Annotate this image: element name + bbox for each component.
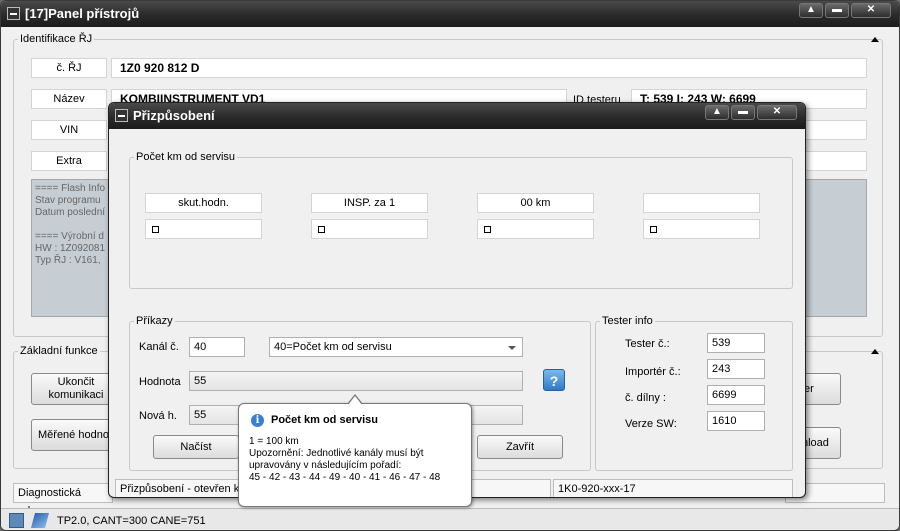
sw-version-value: 1610 xyxy=(707,411,765,431)
checkbox-icon[interactable] xyxy=(318,226,325,233)
dialog-title: Přizpůsobení xyxy=(133,108,215,123)
help-icon[interactable]: ? xyxy=(543,369,565,391)
km-check-cell-1 xyxy=(145,219,262,239)
tooltip-line: 45 - 42 - 43 - 44 - 49 - 40 - 41 - 46 - … xyxy=(249,472,441,483)
connection-icon xyxy=(30,513,50,528)
km-cell-4 xyxy=(643,193,760,213)
tester-info-label: Tester info xyxy=(600,314,655,328)
extra-label: Extra xyxy=(31,151,107,171)
main-titlebar[interactable]: [17]Panel přístrojů ▲ ▬ ✕ xyxy=(1,1,899,27)
km-cell-3: 00 km xyxy=(477,193,594,213)
window-menu-icon[interactable] xyxy=(7,7,20,20)
ecu-number-value: 1Z0 920 812 D xyxy=(111,58,867,78)
workshop-number-label: č. dílny : xyxy=(625,392,666,404)
main-status-left: Diagnostická relace xyxy=(13,483,113,517)
channel-tooltip: i Počet km od servisu 1 = 100 km Upozorn… xyxy=(238,394,472,507)
km-cell-1: skut.hodn. xyxy=(145,193,262,213)
name-label: Název xyxy=(31,89,107,109)
main-title: [17]Panel přístrojů xyxy=(25,6,140,21)
collapse-ident-icon[interactable] xyxy=(871,37,879,42)
km-check-cell-3 xyxy=(477,219,594,239)
tooltip-pointer-fill xyxy=(348,396,362,405)
dialog-status-right: 1K0-920-xxx-17 xyxy=(553,479,793,497)
value-label: Hodnota xyxy=(139,376,181,388)
commands-group-label: Příkazy xyxy=(134,314,175,328)
dialog-restore-button[interactable]: ▬ xyxy=(731,105,755,120)
vin-label: VIN xyxy=(31,120,107,140)
tooltip-body: 1 = 100 km Upozornění: Jednotlivé kanály… xyxy=(249,436,440,484)
restore-button[interactable]: ▬ xyxy=(825,3,849,18)
dialog-titlebar[interactable]: Přizpůsobení ▲ ▬ ✕ xyxy=(109,103,805,129)
tooltip-line: 1 = 100 km xyxy=(249,436,299,447)
tooltip-title: Počet km od servisu xyxy=(271,414,378,426)
chevron-down-icon[interactable] xyxy=(508,346,516,350)
km-check-cell-4 xyxy=(643,219,760,239)
dialog-close-button[interactable]: ✕ xyxy=(757,105,797,120)
close-dialog-button[interactable]: Zavřít xyxy=(477,435,563,459)
checkbox-icon[interactable] xyxy=(484,226,491,233)
collapse-basic-icon[interactable] xyxy=(871,349,879,354)
dialog-menu-icon[interactable] xyxy=(115,109,128,122)
dialog-minimize-button[interactable]: ▲ xyxy=(705,105,729,120)
tester-number-value: 539 xyxy=(707,333,765,353)
channel-input[interactable]: 40 xyxy=(189,337,245,357)
workshop-number-value: 6699 xyxy=(707,385,765,405)
tester-number-label: Tester č.: xyxy=(625,338,670,350)
minimize-button[interactable]: ▲ xyxy=(799,3,823,18)
bottom-status-bar: TP2.0, CANT=300 CANE=751 xyxy=(1,508,899,530)
info-icon: i xyxy=(251,414,264,427)
upload-icon[interactable] xyxy=(9,513,24,528)
new-value-label: Nová h. xyxy=(139,410,177,422)
ecu-number-label: č. ŘJ xyxy=(31,58,107,78)
checkbox-icon[interactable] xyxy=(650,226,657,233)
channel-select-value: 40=Počet km od servisu xyxy=(274,341,392,353)
channel-label: Kanál č. xyxy=(139,341,179,353)
value-field: 55 xyxy=(189,371,523,391)
importer-number-value: 243 xyxy=(707,359,765,379)
km-check-cell-2 xyxy=(311,219,428,239)
checkbox-icon[interactable] xyxy=(152,226,159,233)
ident-group-label: Identifikace ŘJ xyxy=(18,32,95,46)
tooltip-line: Upozornění: Jednotlivé kanály musí být xyxy=(249,448,424,459)
read-button[interactable]: Načíst xyxy=(153,435,239,459)
km-cell-2: INSP. za 1 xyxy=(311,193,428,213)
sw-version-label: Verze SW: xyxy=(625,418,677,430)
importer-number-label: Importér č.: xyxy=(625,366,681,378)
close-button[interactable]: ✕ xyxy=(851,3,891,18)
km-group-label: Počet km od servisu xyxy=(134,150,238,164)
channel-select[interactable]: 40=Počet km od servisu xyxy=(269,337,523,357)
connection-status: TP2.0, CANT=300 CANE=751 xyxy=(57,515,206,527)
tooltip-line: upravovány v následujícím pořadí: xyxy=(249,460,402,471)
basic-functions-label: Základní funkce xyxy=(18,344,100,358)
